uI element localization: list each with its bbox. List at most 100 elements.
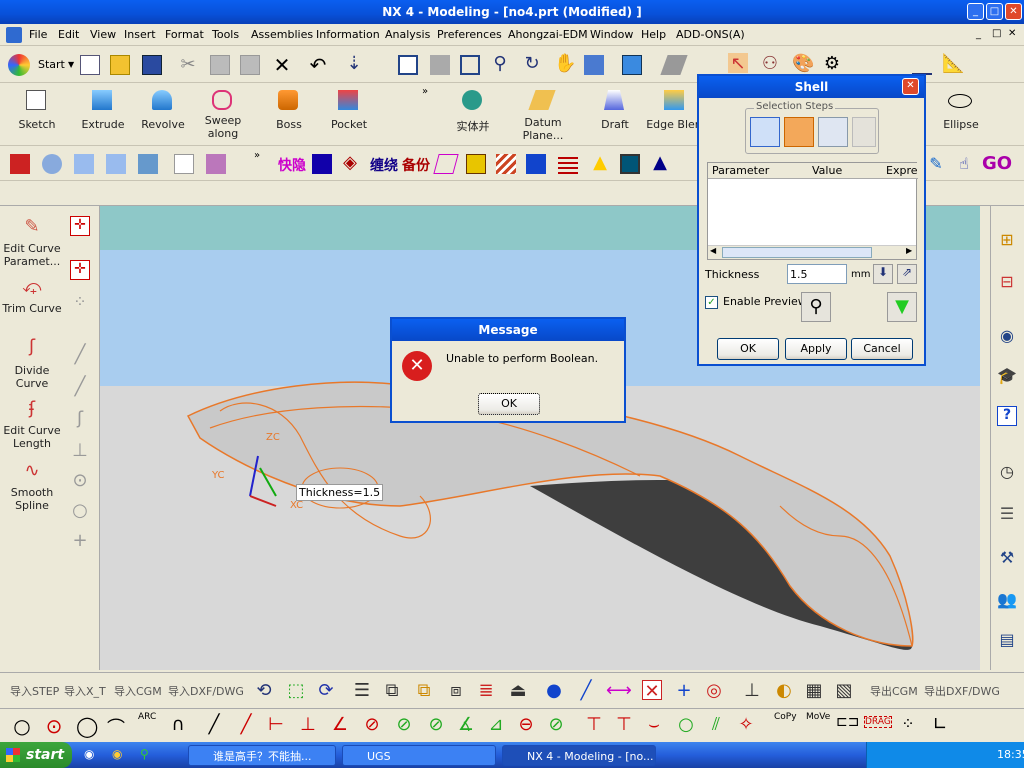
menu-analysis[interactable]: Analysis: [385, 28, 430, 41]
paste-icon[interactable]: [240, 55, 260, 75]
spline-icon[interactable]: ʃ: [70, 408, 90, 429]
scroll-left-icon[interactable]: ◀: [710, 246, 716, 255]
assembly-navigator-icon[interactable]: ⊞: [997, 230, 1017, 250]
plus-icon[interactable]: +: [674, 680, 694, 701]
thickness-input[interactable]: [787, 264, 847, 284]
backup-button[interactable]: 备份: [402, 155, 430, 175]
close-button[interactable]: ✕: [1005, 3, 1022, 20]
line-red-icon[interactable]: ╱: [236, 714, 256, 735]
export-dxf-button[interactable]: 导出DXF/DWG: [924, 683, 1000, 699]
start-button[interactable]: Start: [38, 58, 65, 71]
solid-blue-icon[interactable]: [526, 154, 546, 174]
doc-close-button[interactable]: ✕: [1008, 28, 1016, 39]
system-icon[interactable]: ▤: [997, 630, 1017, 650]
arc-button[interactable]: ARC: [138, 712, 156, 722]
divide-curve-button[interactable]: ʃ Divide Curve: [2, 334, 62, 390]
unite-button[interactable]: 实体并: [442, 86, 504, 142]
circle-green-icon[interactable]: ⊘: [546, 714, 566, 735]
menu-help[interactable]: Help: [641, 28, 666, 41]
palette-list-icon[interactable]: ☰: [997, 504, 1017, 524]
line2-icon[interactable]: ╱: [70, 376, 90, 397]
line-angle-icon[interactable]: ∠: [330, 714, 350, 735]
sweep-button[interactable]: Sweep along: [194, 86, 252, 142]
save-icon[interactable]: [142, 55, 162, 75]
training-icon[interactable]: 🎓: [997, 366, 1017, 386]
edge-blend-button[interactable]: Edge Blen: [646, 86, 702, 142]
pierce-face-icon[interactable]: [784, 117, 814, 147]
copy-layer-icon[interactable]: ⧉: [382, 680, 402, 701]
minimize-button[interactable]: _: [967, 3, 984, 20]
open-folder-icon[interactable]: [110, 55, 130, 75]
shell-apply-button[interactable]: Apply: [785, 338, 847, 360]
selection-arrow-icon[interactable]: ↖: [728, 53, 748, 74]
circle-point-icon[interactable]: ⊙: [70, 470, 90, 491]
cut-icon[interactable]: ✂: [178, 55, 198, 75]
undo-icon[interactable]: ↶: [308, 53, 328, 77]
menu-assemblies[interactable]: Assemblies: [251, 28, 313, 41]
hatch-tool-icon[interactable]: ▧: [834, 680, 854, 701]
tangent-icon[interactable]: ⊥: [70, 440, 90, 461]
dots-icon[interactable]: ⁘: [898, 714, 918, 734]
quicklaunch-search-icon[interactable]: ⚲: [140, 747, 149, 761]
draft-button[interactable]: Draft: [586, 86, 644, 142]
diamond-icon[interactable]: ◈: [340, 154, 360, 174]
go-button[interactable]: GO: [982, 153, 1012, 174]
parameter-table[interactable]: Parameter Value Expres ◀ ▶: [707, 162, 918, 260]
reverse-direction-icon[interactable]: ⇗: [897, 264, 917, 284]
line-point-icon[interactable]: ⊢: [266, 714, 286, 735]
maximize-button[interactable]: □: [986, 3, 1003, 20]
start-menu-button[interactable]: start: [0, 742, 72, 768]
move-tool-button[interactable]: MoVe: [806, 712, 830, 722]
layer-category-icon[interactable]: ⧉: [414, 680, 434, 701]
zoom-icon[interactable]: ⚲: [490, 53, 510, 74]
extend-icon[interactable]: ⊤: [614, 714, 634, 735]
datum-plane-button[interactable]: Datum Plane...: [512, 86, 574, 142]
corner-icon[interactable]: ∟: [930, 714, 950, 735]
block-icon[interactable]: [10, 154, 30, 174]
view-orient-icon[interactable]: [660, 55, 688, 75]
menu-view[interactable]: View: [90, 28, 116, 41]
thickness-tag[interactable]: Thickness=1.5: [296, 484, 384, 501]
mountain-icon[interactable]: ▲: [650, 154, 670, 174]
task-nx-modeling[interactable]: NX 4 - Modeling - [no...: [502, 745, 656, 766]
process-icon[interactable]: ⚒: [997, 548, 1017, 568]
scroll-right-icon[interactable]: ▶: [906, 246, 912, 255]
preview-zoom-icon[interactable]: ⚲: [801, 292, 831, 322]
message-ok-button[interactable]: OK: [478, 393, 540, 415]
tube-icon[interactable]: [106, 154, 126, 174]
more-options-chevron-icon[interactable]: ▼: [887, 292, 917, 322]
scroll-thumb[interactable]: [722, 247, 872, 258]
task-browser[interactable]: 谁是高手？不能抽...: [188, 745, 336, 766]
zoom-window-icon[interactable]: [430, 55, 450, 75]
rotate-object-icon[interactable]: ⟳: [316, 680, 336, 701]
layer-icon[interactable]: ☰: [352, 680, 372, 701]
quick-hide-button[interactable]: 快隐: [278, 155, 306, 175]
parallelogram-icon[interactable]: [433, 154, 459, 174]
transform-icon[interactable]: ⟲: [254, 680, 274, 701]
offset-circle-icon[interactable]: ○: [676, 714, 696, 735]
doc-restore-button[interactable]: □: [992, 28, 1001, 39]
menu-file[interactable]: File: [29, 28, 47, 41]
measure-distance-icon[interactable]: [912, 55, 932, 75]
surface-icon[interactable]: [206, 154, 226, 174]
sketch-button[interactable]: Sketch: [8, 86, 66, 142]
menu-window[interactable]: Window: [590, 28, 633, 41]
edit-curve-params-button[interactable]: ✎ Edit Curve Paramet...: [2, 212, 62, 272]
line-tangent-icon[interactable]: ⊘: [362, 714, 382, 735]
section-icon[interactable]: ▦: [804, 680, 824, 701]
ellipse-button[interactable]: Ellipse: [930, 86, 992, 142]
pocket-button[interactable]: Pocket: [320, 86, 378, 142]
import-cgm-button[interactable]: 导入CGM: [114, 683, 162, 699]
circle-icon[interactable]: ○: [70, 500, 90, 521]
cross-icon[interactable]: +: [70, 530, 90, 551]
smooth-spline-button[interactable]: ∿ Smooth Spline: [2, 458, 62, 514]
copy-icon[interactable]: [210, 55, 230, 75]
menu-edit[interactable]: Edit: [58, 28, 79, 41]
line-icon[interactable]: ╱: [70, 344, 90, 365]
select-faces-icon[interactable]: [750, 117, 780, 147]
zoom-box-icon[interactable]: [460, 55, 480, 75]
render-style-icon[interactable]: [622, 55, 642, 75]
export-cgm-button[interactable]: 导出CGM: [870, 683, 918, 699]
col-parameter[interactable]: Parameter: [712, 164, 769, 177]
blue-square-icon[interactable]: [312, 154, 332, 174]
